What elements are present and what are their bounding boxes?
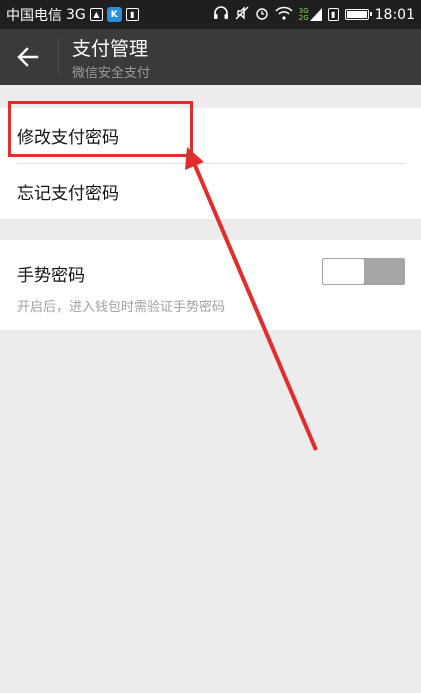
highlight-box	[8, 101, 193, 157]
signal-3g-icon: 3G 2G	[299, 7, 322, 22]
headphones-icon	[213, 6, 229, 23]
header-divider	[58, 39, 59, 75]
alarm-icon	[255, 6, 269, 23]
sim-card-icon: ▮	[327, 8, 339, 21]
gesture-password-section: 手势密码 开启后，进入钱包时需验证手势密码	[0, 240, 421, 330]
mute-icon	[235, 6, 249, 23]
gesture-password-description: 开启后，进入钱包时需验证手势密码	[17, 300, 226, 315]
gesture-password-toggle[interactable]	[322, 258, 405, 285]
forgot-pay-password-label: 忘记支付密码	[17, 184, 119, 204]
page-subtitle: 微信安全支付	[72, 66, 151, 81]
clock: 18:01	[374, 6, 415, 23]
app-bar: 支付管理 微信安全支付	[0, 29, 421, 85]
carrier-label: 中国电信	[6, 7, 62, 24]
gesture-password-label: 手势密码	[17, 266, 85, 286]
status-bar: 中国电信 3G ▲ K ▮ 3G 2G ▮ 18:01	[0, 0, 421, 29]
toggle-knob	[323, 259, 364, 284]
app-k-icon: K	[106, 7, 122, 22]
battery-icon	[344, 9, 372, 20]
sim-icon: ▮	[125, 8, 139, 21]
back-arrow-icon	[17, 47, 39, 67]
page-title: 支付管理	[72, 38, 149, 60]
network-type: 3G	[66, 6, 86, 23]
forgot-pay-password-item[interactable]: 忘记支付密码	[0, 164, 421, 219]
wifi-icon	[275, 6, 293, 23]
image-icon: ▲	[89, 8, 103, 21]
back-button[interactable]	[0, 29, 56, 85]
